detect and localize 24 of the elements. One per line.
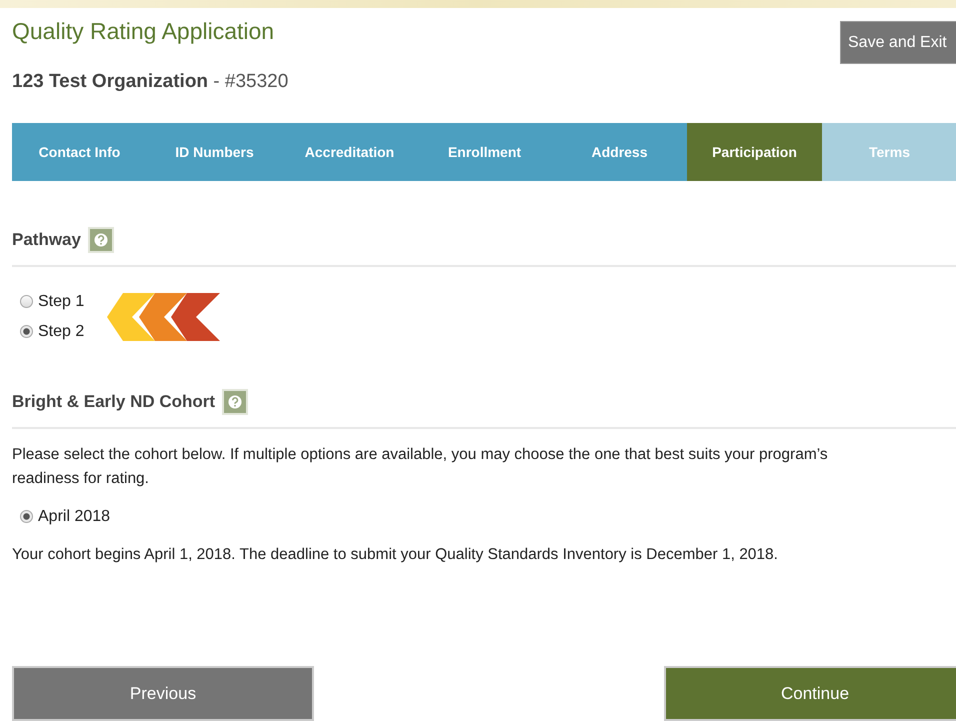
- instructions-text: Please select the cohort below. If multiple options are available, you may choose the one that best suits your program’s readiness for rating.: [12, 445, 829, 489]
- cohort-note: Your cohort begins April 1, 2018. The deadline to submit your Quality Standards Inventory is December 1, 2018.: [12, 545, 779, 565]
- page-title: Quality Rating Application: [12, 18, 276, 45]
- tab[interactable]: Enrollment: [417, 123, 552, 181]
- radio-button[interactable]: [20, 510, 33, 523]
- tab[interactable]: Address: [552, 123, 687, 181]
- radio-button[interactable]: [20, 325, 33, 338]
- tab[interactable]: Contact Info: [12, 123, 147, 181]
- previous-button[interactable]: Previous: [12, 666, 314, 721]
- tab[interactable]: Accreditation: [282, 123, 417, 181]
- section-heading: Pathway: [12, 230, 81, 250]
- help-icon[interactable]: [88, 227, 114, 253]
- organization-name: 123 Test Organization: [12, 71, 208, 92]
- radio-button[interactable]: [20, 295, 33, 308]
- organization-number: - #35320: [212, 71, 288, 92]
- help-icon[interactable]: [222, 389, 248, 415]
- tab[interactable]: ID Numbers: [147, 123, 282, 181]
- radio-label: April 2018: [38, 508, 110, 526]
- tab[interactable]: Participation: [687, 123, 822, 181]
- section-heading: Bright & Early ND Cohort: [12, 392, 216, 412]
- save-and-exit-button[interactable]: Save and Exit: [840, 21, 956, 64]
- continue-button[interactable]: Continue: [664, 666, 956, 721]
- radio-label: Step 2: [38, 322, 84, 340]
- radio-label: Step 1: [38, 292, 84, 310]
